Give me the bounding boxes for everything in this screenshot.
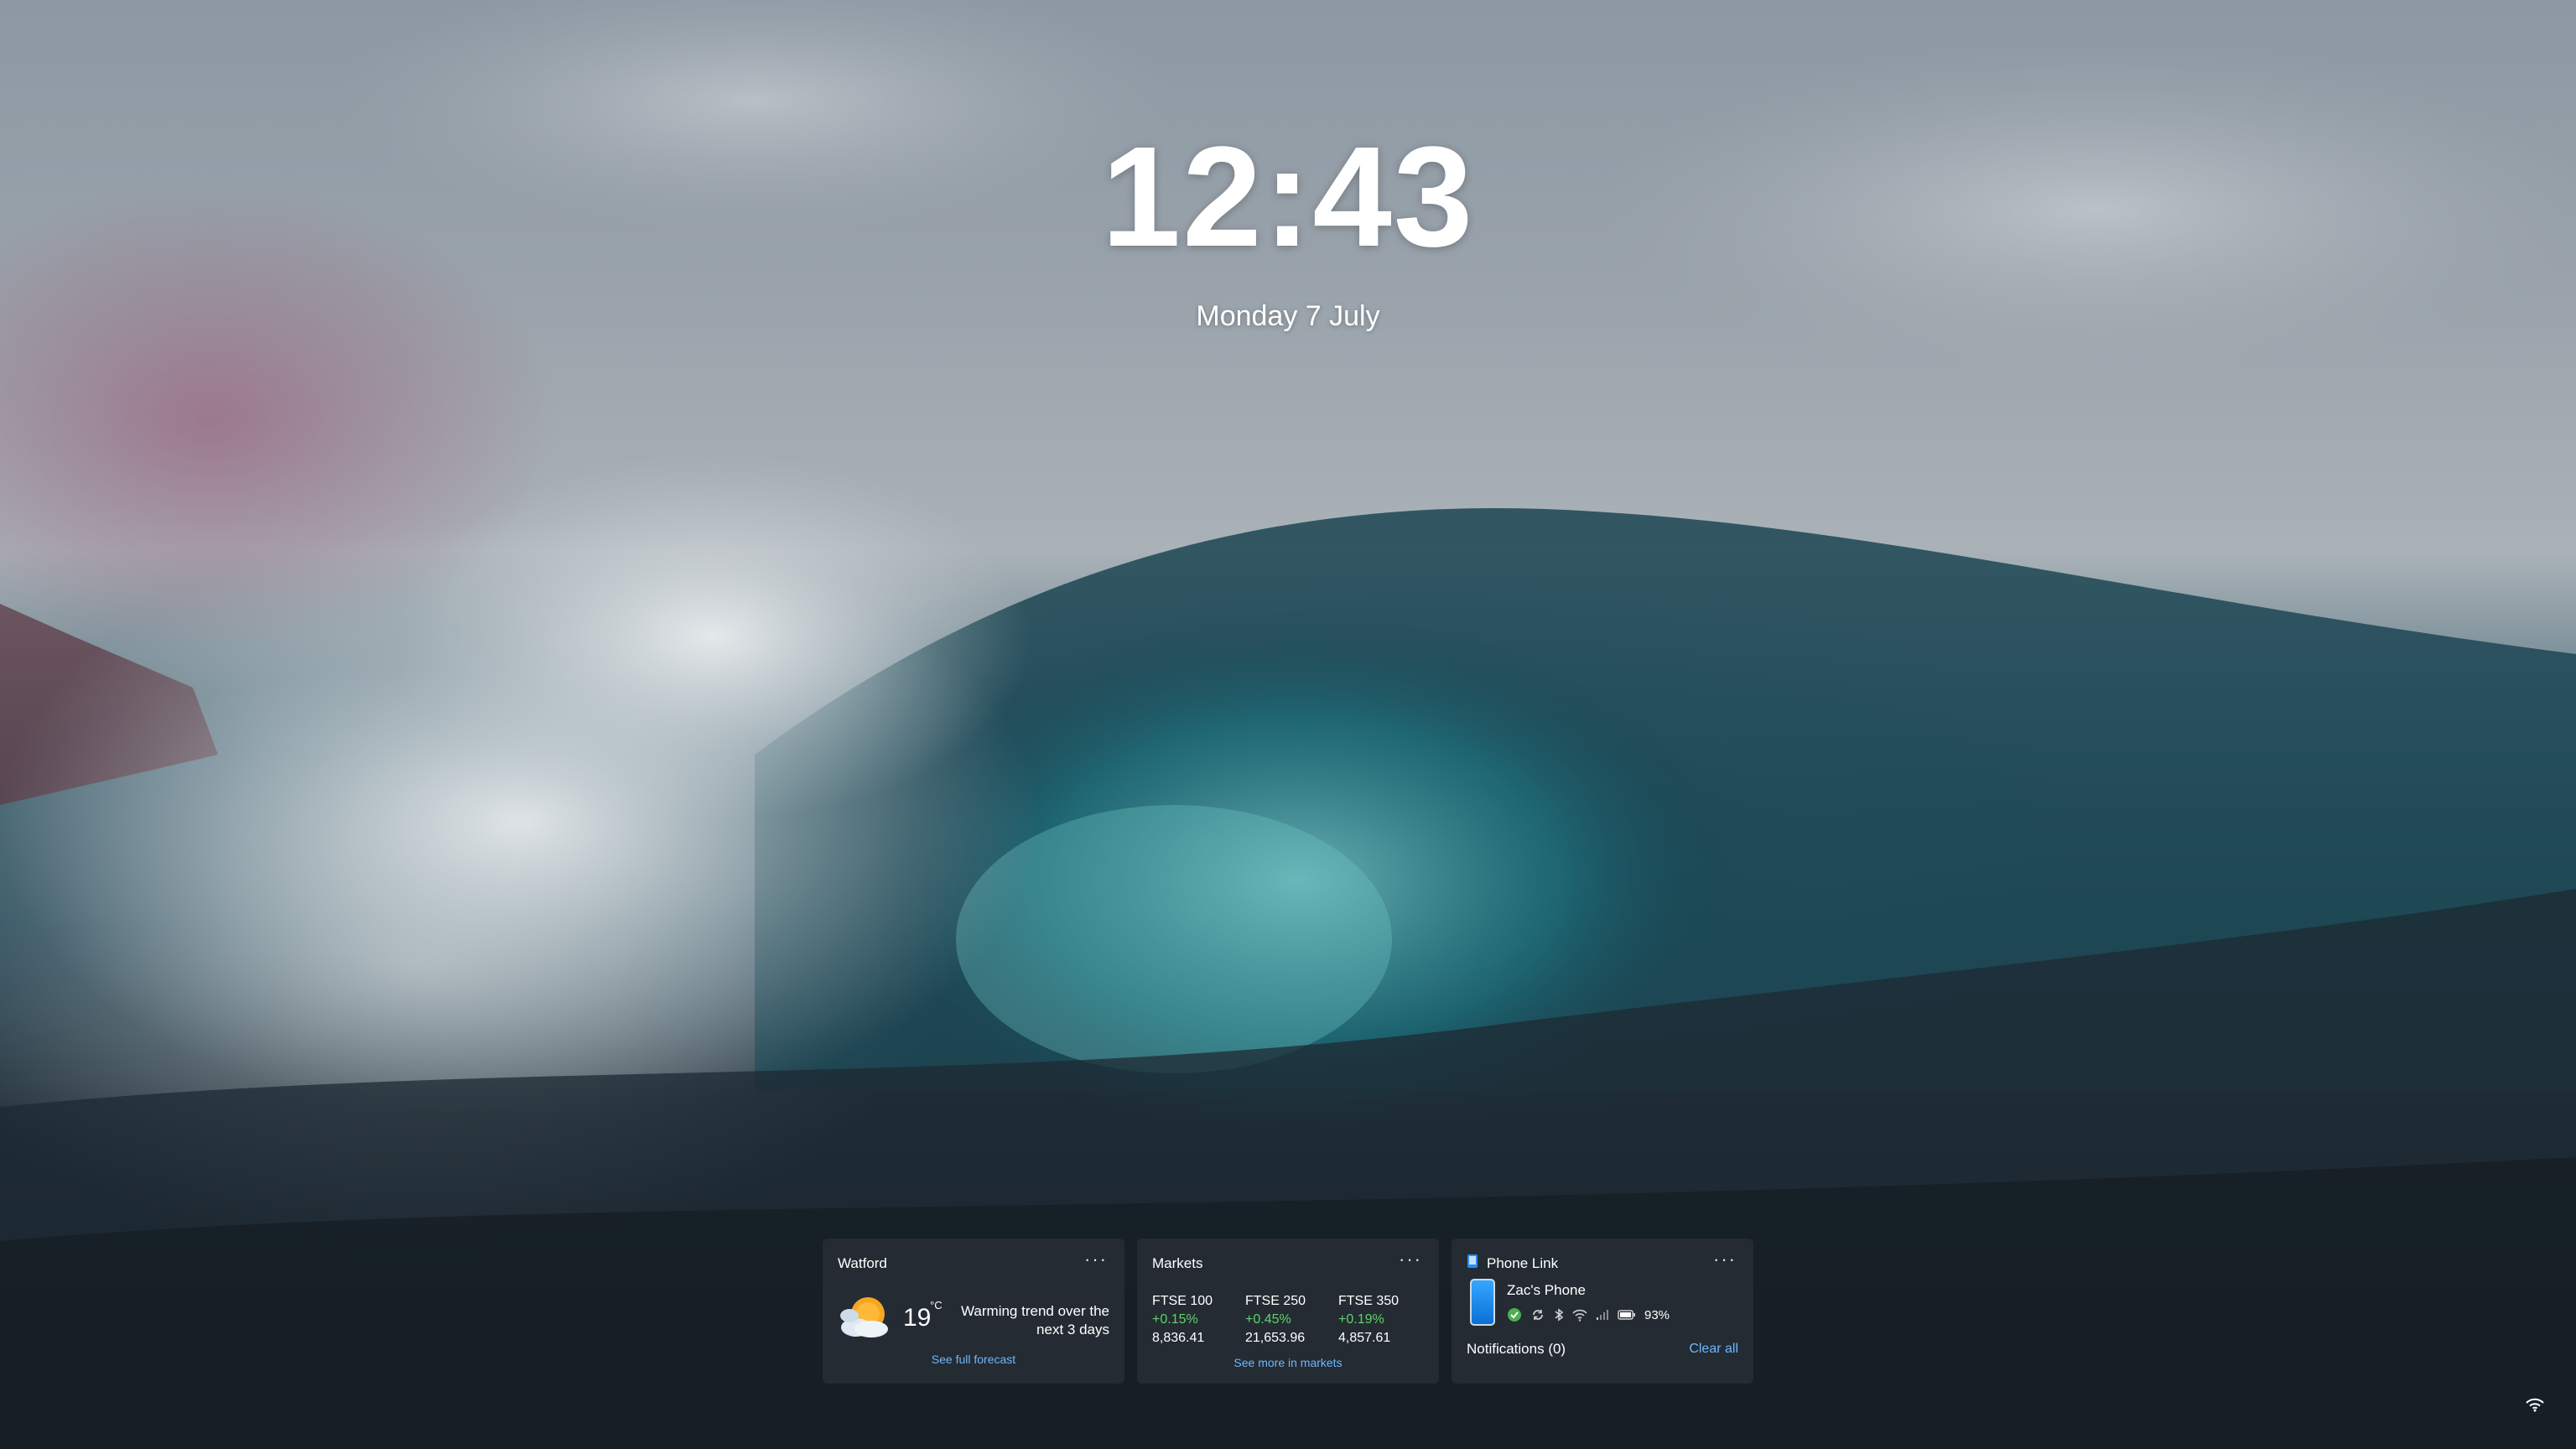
phone-link-icon: [1467, 1254, 1478, 1268]
stock-change: +0.19%: [1338, 1312, 1384, 1327]
stock-item[interactable]: FTSE 100 +0.15% 8,836.41: [1152, 1292, 1236, 1348]
lock-clock: 12:43: [1101, 117, 1475, 277]
device-status-row: 93%: [1507, 1306, 1670, 1324]
temperature-value: 19: [903, 1304, 932, 1332]
see-more-markets-link[interactable]: See more in markets: [1137, 1356, 1439, 1369]
see-full-forecast-link[interactable]: See full forecast: [823, 1353, 1124, 1366]
phone-link-widget[interactable]: Phone Link ··· Zac's Phone 93% Notificat…: [1452, 1239, 1753, 1384]
stock-value: 8,836.41: [1152, 1331, 1205, 1345]
stock-change: +0.45%: [1245, 1312, 1291, 1327]
stock-value: 21,653.96: [1245, 1331, 1306, 1345]
stock-value: 4,857.61: [1338, 1331, 1391, 1345]
stock-item[interactable]: FTSE 350 +0.19% 4,857.61: [1338, 1292, 1422, 1348]
stock-change: +0.15%: [1152, 1312, 1198, 1327]
stock-name: FTSE 250: [1245, 1294, 1306, 1308]
markets-title: Markets: [1152, 1255, 1203, 1271]
battery-icon: [1618, 1310, 1635, 1320]
more-options-icon[interactable]: ···: [1084, 1249, 1108, 1270]
wifi-icon: [1572, 1309, 1587, 1322]
weather-widget[interactable]: Watford ··· 19 °C Warming trend over the…: [823, 1239, 1124, 1384]
weather-summary: Warming trend over the next 3 days: [961, 1303, 1109, 1337]
connected-check-icon: [1508, 1308, 1521, 1322]
clear-all-link[interactable]: Clear all: [1689, 1342, 1738, 1357]
stock-item[interactable]: FTSE 250 +0.45% 21,653.96: [1245, 1292, 1329, 1348]
battery-percentage: 93%: [1644, 1307, 1670, 1322]
notifications-count: Notifications (0): [1467, 1341, 1566, 1357]
device-name: Zac's Phone: [1507, 1282, 1586, 1298]
lock-screen: 12:43 Monday 7 July Watford ··· 19 °C Wa…: [0, 0, 2576, 1449]
more-options-icon[interactable]: ···: [1713, 1249, 1737, 1270]
sync-icon[interactable]: [1530, 1307, 1545, 1322]
bluetooth-icon: [1555, 1308, 1564, 1322]
stock-name: FTSE 350: [1338, 1294, 1400, 1308]
phone-link-title: Phone Link: [1487, 1255, 1559, 1271]
stock-name: FTSE 100: [1152, 1294, 1213, 1308]
weather-location: Watford: [838, 1255, 887, 1271]
markets-widget[interactable]: Markets ··· FTSE 100 +0.15% 8,836.41 FTS…: [1137, 1239, 1439, 1384]
temperature-unit: °C: [930, 1299, 943, 1311]
more-options-icon[interactable]: ···: [1399, 1249, 1422, 1270]
cellular-signal-icon: [1597, 1310, 1608, 1320]
network-wifi-icon[interactable]: [2526, 1397, 2544, 1412]
lock-date: Monday 7 July: [1196, 300, 1380, 332]
phone-device-icon: [1470, 1279, 1495, 1326]
partly-sunny-icon: [840, 1297, 888, 1337]
